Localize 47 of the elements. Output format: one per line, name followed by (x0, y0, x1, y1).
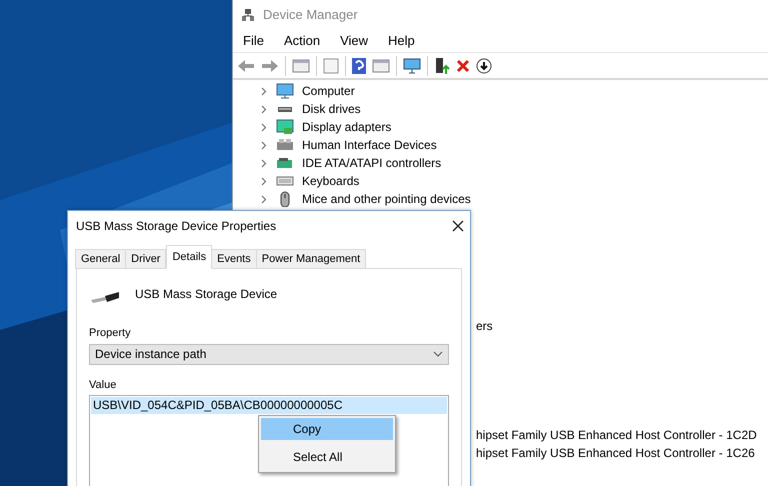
monitor-icon (276, 83, 294, 99)
window-title: Device Manager (263, 6, 358, 24)
tree-item[interactable]: Computer (302, 82, 355, 100)
property-dropdown[interactable]: Device instance path (89, 344, 449, 364)
help-icon[interactable] (352, 58, 366, 74)
forward-icon[interactable] (261, 58, 279, 72)
tab[interactable]: Driver (125, 249, 166, 269)
keyboard-icon (276, 176, 294, 186)
monitor-icon[interactable] (403, 58, 421, 74)
caret-icon (433, 351, 443, 357)
tree-item[interactable]: Keyboards (302, 172, 360, 190)
panel-icon[interactable] (292, 58, 310, 74)
panel-icon[interactable] (372, 58, 390, 74)
menu-item[interactable]: View (340, 31, 368, 51)
property-label: Property (89, 326, 132, 341)
tab[interactable]: Details (166, 245, 212, 269)
menu-item[interactable]: Select All (261, 446, 393, 468)
value-item[interactable]: USB\VID_054C&PID_05BA\CB00000000005C (91, 397, 447, 414)
tree-item[interactable]: hipset Family USB Enhanced Host Controller - 1C2D (476, 426, 757, 444)
menu-item[interactable]: Copy (261, 418, 393, 440)
tree-item[interactable]: Disk drives (302, 100, 361, 118)
back-icon[interactable] (237, 58, 255, 72)
dialog-title: USB Mass Storage Device Properties (76, 218, 276, 235)
tree-item[interactable]: Human Interface Devices (302, 136, 437, 154)
hid-device-icon (276, 139, 294, 151)
update-driver-icon[interactable] (434, 56, 450, 74)
menu-item[interactable]: Action (284, 31, 320, 51)
menu-item[interactable]: Help (388, 31, 415, 51)
tree-item[interactable]: ers (476, 317, 757, 335)
controller-icon (276, 158, 294, 168)
tab[interactable]: Events (211, 249, 257, 269)
value-label: Value (89, 378, 118, 392)
menu-item[interactable]: File (243, 31, 264, 51)
disk-drive-icon (276, 106, 294, 112)
tree-item[interactable]: Mice and other pointing devices (302, 190, 471, 208)
device-name: USB Mass Storage Device (135, 286, 278, 303)
tree-item[interactable]: IDE ATA/ATAPI controllers (302, 154, 442, 172)
tab[interactable]: General (75, 249, 126, 269)
close-icon[interactable] (452, 220, 464, 232)
download-icon[interactable] (476, 58, 492, 74)
properties-icon[interactable] (323, 58, 339, 74)
tree-item[interactable]: Display adapters (302, 118, 392, 136)
tree-item[interactable]: hipset Family USB Enhanced Host Controller - 1C26 (476, 444, 757, 462)
tab[interactable]: Power Management (256, 249, 366, 269)
usb-plug-icon (89, 290, 121, 304)
device-manager-icon (241, 8, 255, 22)
display-adapter-icon (276, 119, 294, 135)
